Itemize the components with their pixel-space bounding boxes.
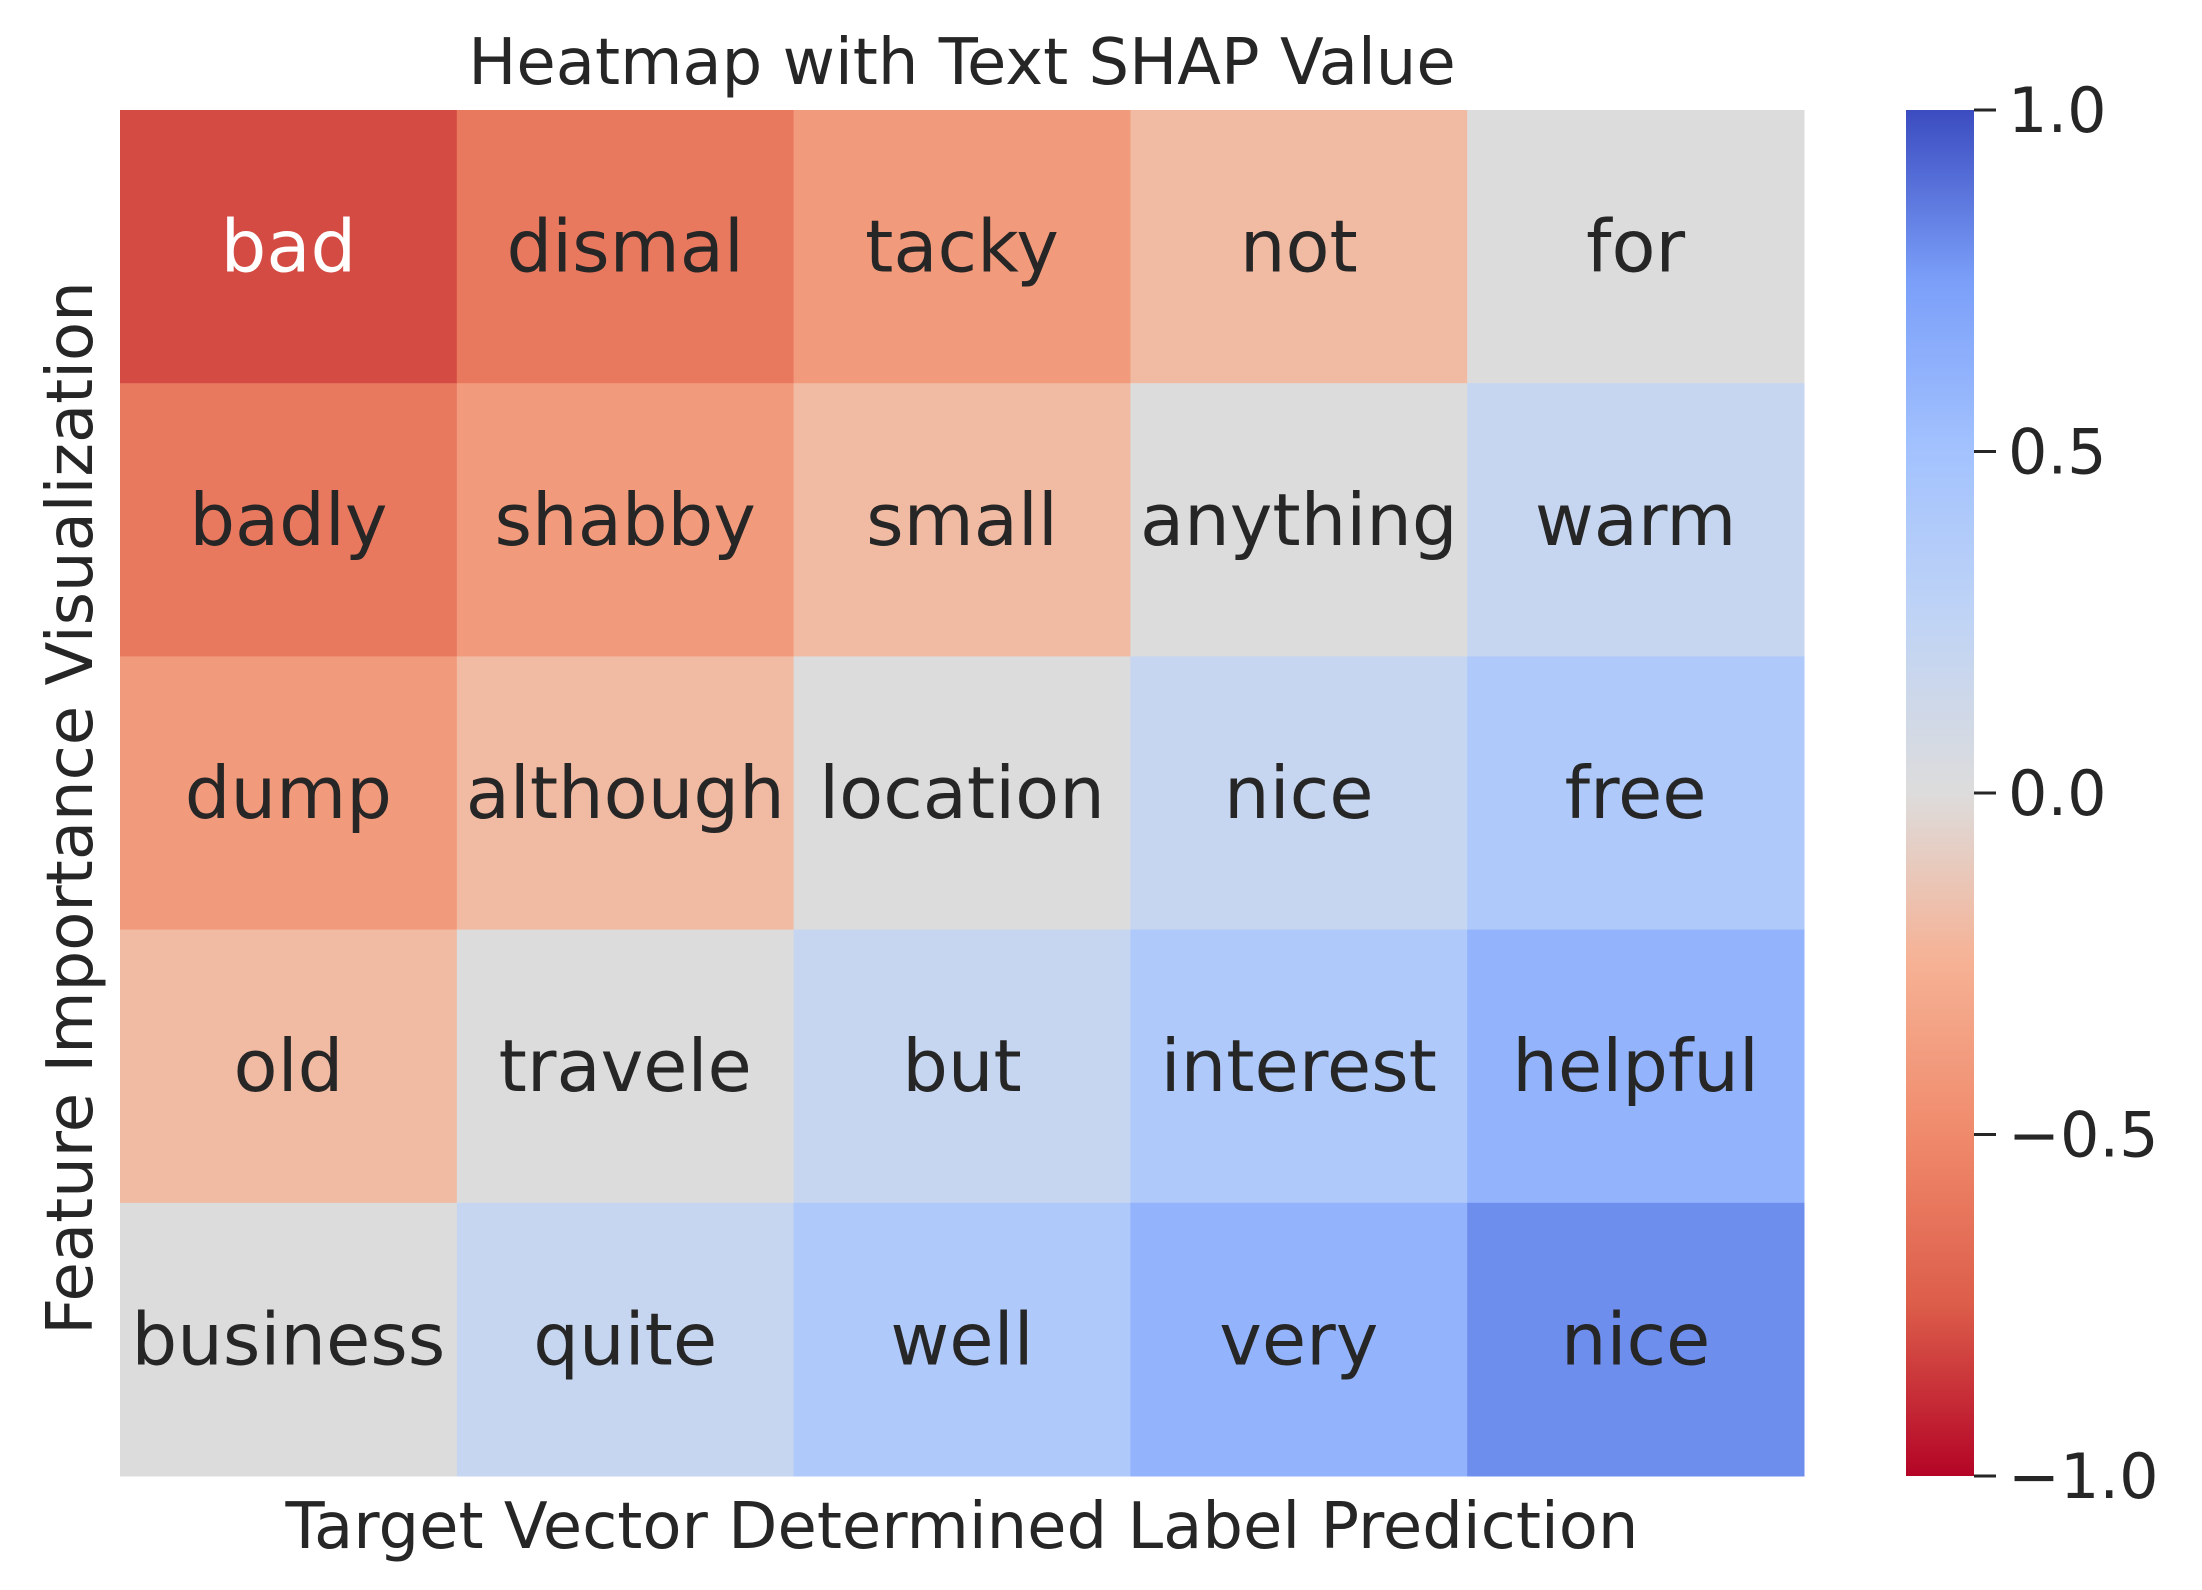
heatmap-cell-label: warm — [1535, 478, 1736, 562]
heatmap-cell-label: helpful — [1512, 1024, 1759, 1108]
heatmap-cell-label: for — [1586, 205, 1685, 289]
heatmap-cell-label: small — [866, 478, 1058, 562]
colorbar-ticks: 1.0 0.5 0.0 −0.5 −1.0 — [1974, 74, 2159, 1513]
heatmap-cell-label: nice — [1224, 751, 1374, 835]
colorbar-tick-label: −0.5 — [2008, 1099, 2159, 1172]
heatmap-cell-label: very — [1219, 1297, 1378, 1381]
heatmap-cell-label: quite — [533, 1297, 717, 1381]
colorbar — [1906, 110, 1974, 1476]
heatmap-cell-label: location — [819, 751, 1105, 835]
chart-title: Heatmap with Text SHAP Value — [468, 26, 1455, 100]
heatmap-cell-label: free — [1565, 751, 1707, 835]
heatmap-chart: Heatmap with Text SHAP Value bad dismal ta… — [0, 0, 2202, 1590]
heatmap-cell-label: not — [1240, 205, 1358, 289]
colorbar-tick-label: −1.0 — [2008, 1440, 2159, 1513]
heatmap-cell-label: interest — [1161, 1024, 1437, 1108]
heatmap-cell-label: travele — [499, 1024, 752, 1108]
heatmap-cell-label: business — [131, 1297, 445, 1381]
x-axis-label: Target Vector Determined Label Predictio… — [285, 1490, 1639, 1564]
heatmap-cell-label: tacky — [865, 205, 1059, 289]
heatmap-cell-label: well — [890, 1297, 1033, 1381]
colorbar-tick-label: 0.0 — [2008, 757, 2107, 830]
heatmap-cell-label: although — [466, 751, 785, 835]
heatmap-svg: Heatmap with Text SHAP Value bad dismal ta… — [34, 26, 2159, 1564]
heatmap-cell-label: dismal — [506, 205, 743, 289]
y-axis-label: Feature Importance Visualization — [34, 281, 108, 1335]
colorbar-tick-label: 1.0 — [2008, 74, 2107, 147]
heatmap-cell-label: badly — [189, 478, 387, 562]
heatmap-cell-label: anything — [1140, 478, 1458, 562]
heatmap-cell-label: old — [234, 1024, 344, 1108]
heatmap-cell-label: nice — [1561, 1297, 1711, 1381]
heatmap-cell-label: but — [902, 1024, 1022, 1108]
heatmap-cell-label: shabby — [495, 478, 756, 562]
heatmap-cell-label: bad — [221, 205, 357, 289]
heatmap-cell-label: dump — [185, 751, 392, 835]
colorbar-tick-label: 0.5 — [2008, 416, 2107, 489]
